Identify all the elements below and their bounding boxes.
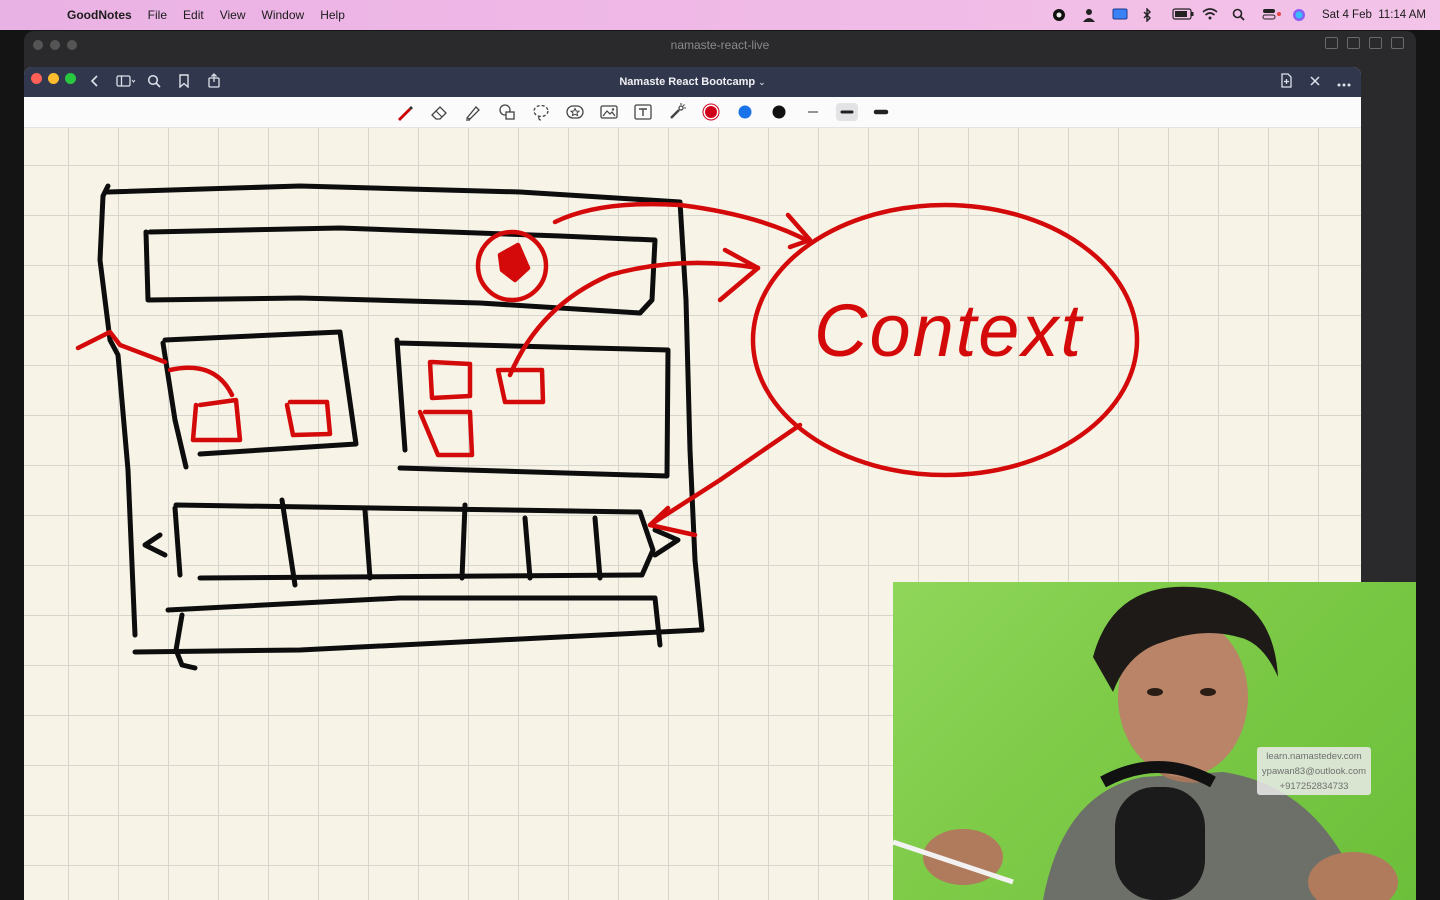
document-title-text: Namaste React Bootcamp — [619, 76, 756, 88]
lasso-icon — [533, 104, 549, 121]
red-box-2 — [284, 399, 333, 438]
red-box-4 — [417, 409, 475, 458]
search-icon[interactable] — [146, 74, 162, 91]
sticker-icon — [566, 105, 584, 119]
text-icon — [634, 104, 652, 120]
image-icon — [600, 105, 618, 119]
add-page-icon[interactable] — [1280, 73, 1293, 91]
webcam-overlay: learn.namastedev.com ypawan83@outlook.co… — [893, 582, 1416, 900]
color-black-swatch[interactable] — [762, 97, 796, 127]
share-icon[interactable] — [206, 73, 222, 91]
list-bar — [172, 502, 656, 581]
goodnotes-titlebar: Namaste React Bootcamp ⌄ — [24, 67, 1361, 97]
more-options-icon[interactable] — [1337, 75, 1351, 90]
close-document-icon[interactable] — [1309, 75, 1321, 90]
left-card — [160, 329, 359, 470]
presenter-figure — [893, 586, 1398, 900]
red-box-3 — [427, 359, 473, 401]
shapes-icon — [499, 104, 515, 120]
menu-help[interactable]: Help — [320, 8, 345, 22]
background-window-title: namaste-react-live — [670, 38, 770, 52]
eraser-tool[interactable] — [422, 97, 456, 127]
spotlight-search-icon[interactable] — [1232, 8, 1248, 22]
outer-frame-left — [97, 183, 138, 638]
siri-icon[interactable] — [1292, 8, 1308, 22]
pen-icon — [398, 106, 413, 121]
image-tool[interactable] — [592, 97, 626, 127]
shapes-tool[interactable] — [490, 97, 524, 127]
red-box-5 — [495, 367, 546, 405]
header-box — [143, 225, 658, 316]
layout-left-icon[interactable] — [1325, 37, 1338, 49]
titlebar-left-tools — [86, 67, 222, 97]
sticker-tool[interactable] — [558, 97, 592, 127]
stroke-thick[interactable] — [864, 97, 898, 127]
user-icon[interactable] — [1082, 8, 1098, 22]
laser-pointer-icon — [670, 103, 686, 119]
highlighter-icon — [465, 106, 480, 121]
red-box-1 — [167, 365, 243, 443]
wifi-icon[interactable] — [1202, 8, 1218, 22]
bookmark-icon[interactable] — [176, 73, 192, 91]
watermark-line-1: learn.namastedev.com — [1266, 751, 1362, 762]
menu-view[interactable]: View — [220, 8, 246, 22]
control-center-icon[interactable] — [1262, 8, 1281, 22]
record-icon[interactable] — [1052, 8, 1068, 22]
back-icon[interactable] — [86, 74, 102, 91]
layout-bottom-icon[interactable] — [1347, 37, 1360, 49]
context-handwritten-label: Context — [814, 289, 1084, 372]
titlebar-right-tools — [1280, 67, 1351, 97]
text-tool[interactable] — [626, 97, 660, 127]
red-circle-fill — [497, 242, 531, 283]
laser-pointer-tool[interactable] — [660, 97, 694, 127]
sidebar-toggle-icon[interactable] — [116, 74, 136, 91]
list-left-arrow — [142, 532, 168, 558]
pen-tool[interactable] — [388, 97, 422, 127]
color-red-swatch[interactable] — [694, 97, 728, 127]
stroke-thin[interactable] — [796, 97, 830, 127]
menu-app-name[interactable]: GoodNotes — [67, 8, 132, 22]
menu-window[interactable]: Window — [262, 8, 305, 22]
color-blue-swatch[interactable] — [728, 97, 762, 127]
stroke-medium[interactable] — [830, 97, 864, 127]
arrow-head-2 — [717, 247, 761, 303]
red-left-arrow — [75, 329, 168, 365]
layout-grid-icon[interactable] — [1391, 37, 1404, 49]
drawing-toolbar — [24, 97, 1361, 128]
lasso-tool[interactable] — [524, 97, 558, 127]
list-right-arrow — [652, 527, 681, 558]
menubar-datetime[interactable]: Sat 4 Feb 11:14 AM — [1322, 9, 1426, 21]
arrow-context-to-list — [647, 422, 803, 528]
watermark-line-2: ypawan83@outlook.com — [1261, 766, 1367, 777]
footer-box — [165, 595, 663, 671]
bluetooth-icon[interactable] — [1142, 7, 1158, 23]
menu-bar: GoodNotes File Edit View Window Help Sat… — [0, 0, 1440, 30]
outer-frame-bottom — [132, 627, 703, 655]
menu-edit[interactable]: Edit — [183, 8, 204, 22]
layout-split-icon[interactable] — [1369, 37, 1382, 49]
menu-file[interactable]: File — [148, 8, 167, 22]
arrow-card-to-context — [507, 260, 761, 378]
background-window-layout-icons — [1325, 37, 1404, 49]
screen-mirror-icon[interactable] — [1112, 8, 1128, 22]
eraser-icon — [431, 106, 447, 120]
chevron-down-icon: ⌄ — [758, 77, 766, 87]
watermark: learn.namastedev.com ypawan83@outlook.co… — [1257, 747, 1371, 795]
watermark-line-3: +917252834733 — [1279, 781, 1349, 792]
document-title[interactable]: Namaste React Bootcamp ⌄ — [24, 67, 1361, 97]
battery-icon[interactable] — [1172, 8, 1194, 22]
highlighter-tool[interactable] — [456, 97, 490, 127]
